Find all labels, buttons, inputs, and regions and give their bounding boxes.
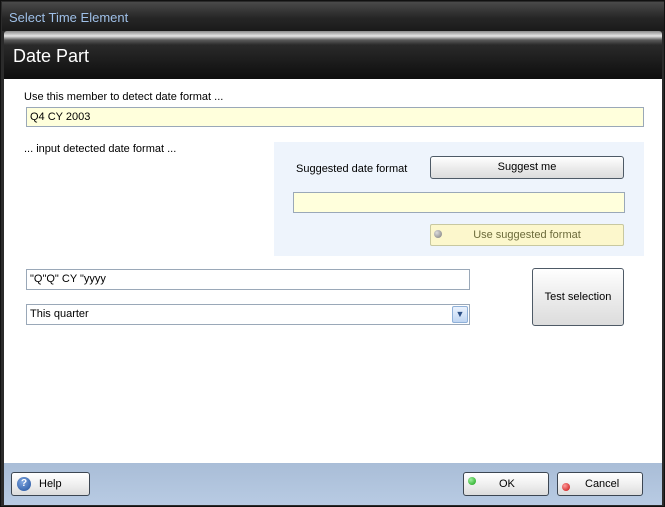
page-title: Date Part [13, 46, 90, 66]
cancel-button[interactable]: Cancel [557, 472, 643, 496]
use-suggested-format-button[interactable]: Use suggested format [430, 224, 624, 246]
suggested-format-label: Suggested date format [296, 163, 408, 175]
footer-bar: ? Help OK Cancel [4, 463, 662, 505]
ok-indicator-icon [468, 477, 476, 485]
use-suggested-format-label: Use suggested format [473, 229, 581, 241]
detect-member-field[interactable]: Q4 CY 2003 [26, 107, 644, 127]
help-button[interactable]: ? Help [11, 472, 90, 496]
chevron-down-icon[interactable]: ▼ [452, 306, 468, 323]
input-format-label: ... input detected date format ... [24, 143, 177, 155]
window-title: Select Time Element [9, 10, 129, 25]
ok-button-label: OK [499, 478, 515, 490]
help-button-label: Help [39, 478, 62, 490]
date-format-field[interactable]: "Q"Q" CY "yyyy [26, 269, 470, 290]
cancel-button-label: Cancel [585, 478, 620, 490]
title-bar[interactable]: Select Time Element [2, 2, 664, 31]
suggest-me-button[interactable]: Suggest me [430, 156, 624, 179]
dialog-window: Select Time Element Date Part Use this m… [0, 0, 665, 507]
suggested-format-field[interactable] [293, 192, 625, 213]
header-banner: Date Part [4, 31, 662, 79]
content-area: Use this member to detect date format ..… [4, 79, 662, 463]
cancel-indicator-icon [562, 483, 570, 491]
test-selection-button[interactable]: Test selection [532, 268, 624, 326]
status-indicator-icon [434, 230, 442, 238]
period-select-value: This quarter [30, 308, 89, 320]
suggest-panel: Suggested date format Suggest me Use sug… [274, 142, 644, 256]
period-select[interactable]: This quarter ▼ [26, 304, 470, 325]
help-icon: ? [17, 477, 31, 491]
detect-member-label: Use this member to detect date format ..… [24, 91, 224, 103]
ok-button[interactable]: OK [463, 472, 549, 496]
